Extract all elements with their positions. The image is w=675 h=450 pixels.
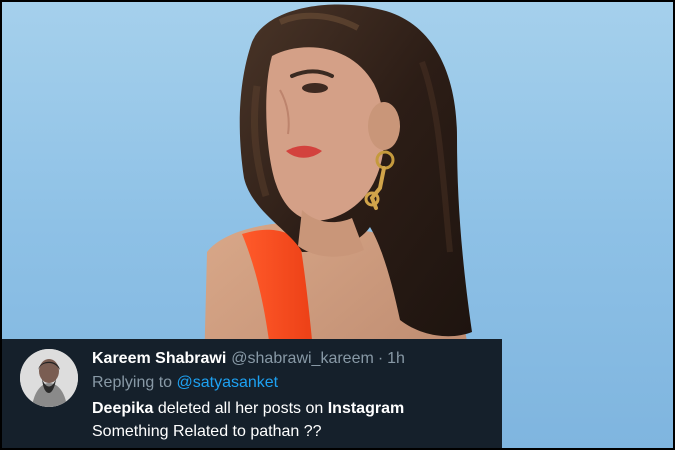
user-avatar[interactable] (20, 349, 78, 407)
header-separator: · (377, 350, 384, 367)
tweet-card[interactable]: Kareem Shabrawi @shabrawi_kareem · 1h Re… (2, 339, 502, 448)
tweet-text-middle: deleted all her posts on (153, 400, 328, 417)
author-name[interactable]: Kareem Shabrawi (92, 349, 226, 369)
replying-to-link[interactable]: @satyasanket (177, 374, 279, 391)
tweet-text-name: Deepika (92, 400, 154, 417)
tweet-header: Kareem Shabrawi @shabrawi_kareem · 1h (92, 349, 494, 369)
tweet-content: Kareem Shabrawi @shabrawi_kareem · 1h Re… (92, 349, 494, 443)
author-handle[interactable]: @shabrawi_kareem (231, 349, 374, 369)
tweet-text-platform: Instagram (327, 400, 405, 417)
screenshot-frame: Kareem Shabrawi @shabrawi_kareem · 1h Re… (0, 0, 675, 450)
tweet-text-line-2: Something Related to pathan ?? (92, 423, 322, 440)
tweet-text: Deepika deleted all her posts on Instagr… (92, 397, 494, 443)
replying-to-prefix: Replying to (92, 374, 173, 391)
replying-to-line: Replying to @satyasanket (92, 373, 494, 393)
ear-shape (368, 102, 400, 150)
tweet-time[interactable]: 1h (387, 349, 405, 369)
